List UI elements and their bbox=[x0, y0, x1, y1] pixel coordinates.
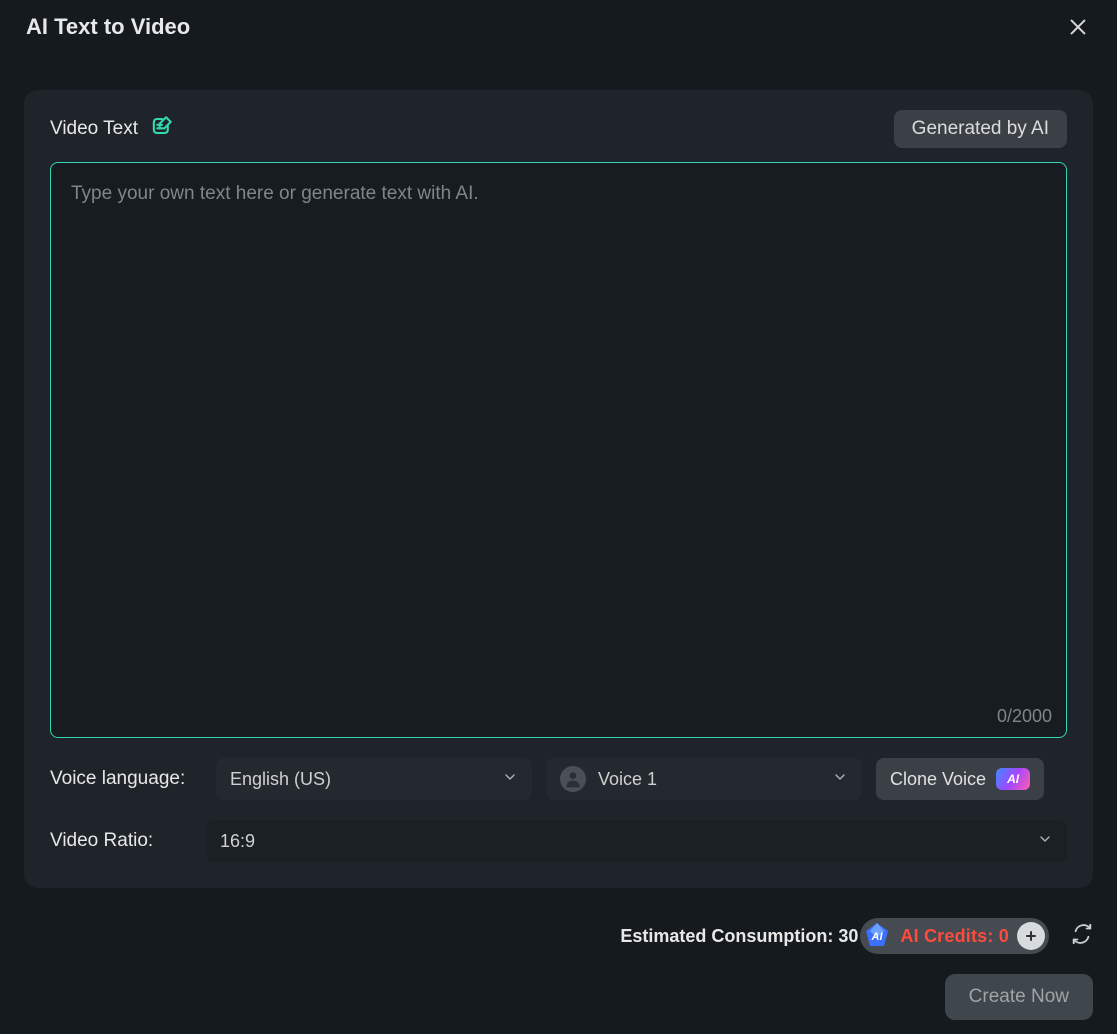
clone-voice-button[interactable]: Clone Voice AI bbox=[876, 758, 1044, 800]
panel-header-left: Video Text bbox=[50, 112, 176, 146]
main-panel: Video Text Generated by AI 0/2000 Voice … bbox=[24, 90, 1093, 888]
ai-gem-icon: AI bbox=[862, 921, 892, 951]
refresh-icon bbox=[1071, 923, 1093, 945]
video-ratio-value: 16:9 bbox=[220, 831, 255, 852]
chevron-down-icon bbox=[502, 769, 518, 790]
ai-text-to-video-modal: AI Text to Video Video Text Generated bbox=[0, 0, 1117, 1034]
chevron-down-icon bbox=[1037, 831, 1053, 852]
voice-select[interactable]: Voice 1 bbox=[546, 758, 862, 800]
video-text-input[interactable] bbox=[69, 181, 1048, 697]
svg-text:AI: AI bbox=[871, 931, 884, 943]
video-ratio-label: Video Ratio: bbox=[50, 830, 192, 852]
edit-icon bbox=[148, 112, 176, 146]
close-button[interactable] bbox=[1065, 14, 1091, 40]
modal-title: AI Text to Video bbox=[26, 14, 190, 40]
video-ratio-select[interactable]: 16:9 bbox=[206, 820, 1067, 862]
footer: Estimated Consumption: 30 AI AI Credits:… bbox=[24, 918, 1093, 1020]
estimated-consumption-label: Estimated Consumption: 30 bbox=[620, 926, 858, 947]
voice-language-label: Voice language: bbox=[50, 768, 202, 790]
clone-voice-label: Clone Voice bbox=[890, 769, 986, 790]
panel-header: Video Text Generated by AI bbox=[50, 110, 1067, 148]
generated-by-ai-button[interactable]: Generated by AI bbox=[894, 110, 1067, 148]
voice-value: Voice 1 bbox=[598, 769, 820, 790]
close-icon bbox=[1067, 16, 1089, 38]
create-now-button[interactable]: Create Now bbox=[945, 974, 1093, 1020]
voice-language-value: English (US) bbox=[230, 769, 331, 790]
ratio-row: Video Ratio: 16:9 bbox=[50, 820, 1067, 862]
char-counter: 0/2000 bbox=[997, 706, 1052, 727]
credits-pill: AI AI Credits: 0 bbox=[860, 918, 1049, 954]
voice-row: Voice language: English (US) Voice 1 Clo… bbox=[50, 758, 1067, 800]
footer-row: Estimated Consumption: 30 AI AI Credits:… bbox=[620, 918, 1093, 954]
add-credits-button[interactable] bbox=[1017, 922, 1045, 950]
ai-badge-icon: AI bbox=[996, 768, 1030, 790]
plus-icon bbox=[1023, 928, 1039, 944]
video-text-area-wrap: 0/2000 bbox=[50, 162, 1067, 738]
ai-credits-label: AI Credits: 0 bbox=[900, 926, 1009, 947]
voice-language-select[interactable]: English (US) bbox=[216, 758, 532, 800]
chevron-down-icon bbox=[832, 769, 848, 790]
refresh-button[interactable] bbox=[1071, 923, 1093, 950]
titlebar: AI Text to Video bbox=[24, 14, 1093, 50]
section-label: Video Text bbox=[50, 118, 138, 140]
voice-avatar-icon bbox=[560, 766, 586, 792]
